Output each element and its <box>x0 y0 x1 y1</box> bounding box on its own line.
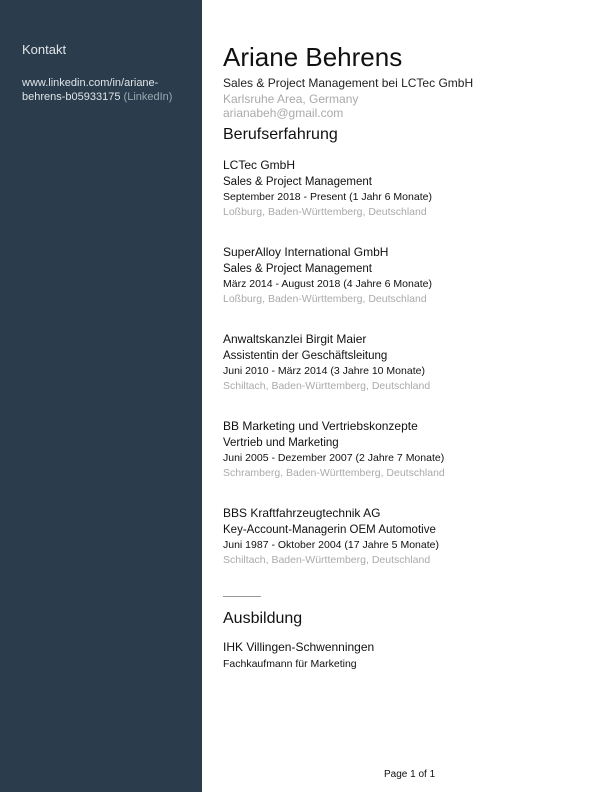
job-entry: LCTec GmbH Sales & Project Management Se… <box>223 158 593 219</box>
section-divider <box>223 596 261 597</box>
job-role: Assistentin der Geschäftsleitung <box>223 350 388 362</box>
job-company: BB Marketing und Vertriebskonzepte <box>223 419 418 433</box>
job-place: Schramberg, Baden-Württemberg, Deutschla… <box>223 467 445 479</box>
job-company: BBS Kraftfahrzeugtechnik AG <box>223 506 381 520</box>
job-role: Sales & Project Management <box>223 176 372 188</box>
job-dates: März 2014 - August 2018 (4 Jahre 6 Monat… <box>223 278 432 290</box>
education-entry: IHK Villingen-Schwenningen Fachkaufmann … <box>223 640 374 670</box>
job-dates: Juni 2010 - März 2014 (3 Jahre 10 Monate… <box>223 365 425 377</box>
page-number: Page 1 of 1 <box>384 769 436 780</box>
job-company: LCTec GmbH <box>223 158 296 172</box>
job-place: Schiltach, Baden-Württemberg, Deutschlan… <box>223 380 431 392</box>
education-school: IHK Villingen-Schwenningen <box>223 640 375 654</box>
job-dates: Juni 2005 - Dezember 2007 (2 Jahre 7 Mon… <box>223 452 445 464</box>
job-dates: Juni 1987 - Oktober 2004 (17 Jahre 5 Mon… <box>223 539 439 551</box>
job-place: Schiltach, Baden-Württemberg, Deutschlan… <box>223 554 431 566</box>
linkedin-suffix: (LinkedIn) <box>123 91 173 103</box>
linkedin-link[interactable]: www.linkedin.com/in/ariane-behrens-b0593… <box>22 76 192 104</box>
profile-headline: Sales & Project Management bei LCTec Gmb… <box>223 76 474 90</box>
contact-heading: Kontakt <box>22 42 67 57</box>
job-dates: September 2018 - Present (1 Jahr 6 Monat… <box>223 191 432 203</box>
job-entry: Anwaltskanzlei Birgit Maier Assistentin … <box>223 332 593 393</box>
sidebar: Kontakt www.linkedin.com/in/ariane-behre… <box>0 0 202 792</box>
job-role: Key-Account-Managerin OEM Automotive <box>223 524 436 536</box>
experience-title: Berufserfahrung <box>223 126 338 143</box>
job-role: Vertrieb und Marketing <box>223 437 339 449</box>
job-entry: BB Marketing und Vertriebskonzepte Vertr… <box>223 419 593 480</box>
profile-location: Karlsruhe Area, Germany <box>223 92 359 106</box>
job-role: Sales & Project Management <box>223 263 372 275</box>
education-degree: Fachkaufmann für Marketing <box>223 658 357 670</box>
job-entry: SuperAlloy International GmbH Sales & Pr… <box>223 245 593 306</box>
job-place: Loßburg, Baden-Württemberg, Deutschland <box>223 206 427 218</box>
profile-email: arianabeh@gmail.com <box>223 106 344 120</box>
job-place: Loßburg, Baden-Württemberg, Deutschland <box>223 293 427 305</box>
job-company: SuperAlloy International GmbH <box>223 245 389 259</box>
education-title: Ausbildung <box>223 610 303 627</box>
job-entry: BBS Kraftfahrzeugtechnik AG Key-Account-… <box>223 506 593 567</box>
job-company: Anwaltskanzlei Birgit Maier <box>223 332 367 346</box>
profile-name: Ariane Behrens <box>223 42 403 72</box>
